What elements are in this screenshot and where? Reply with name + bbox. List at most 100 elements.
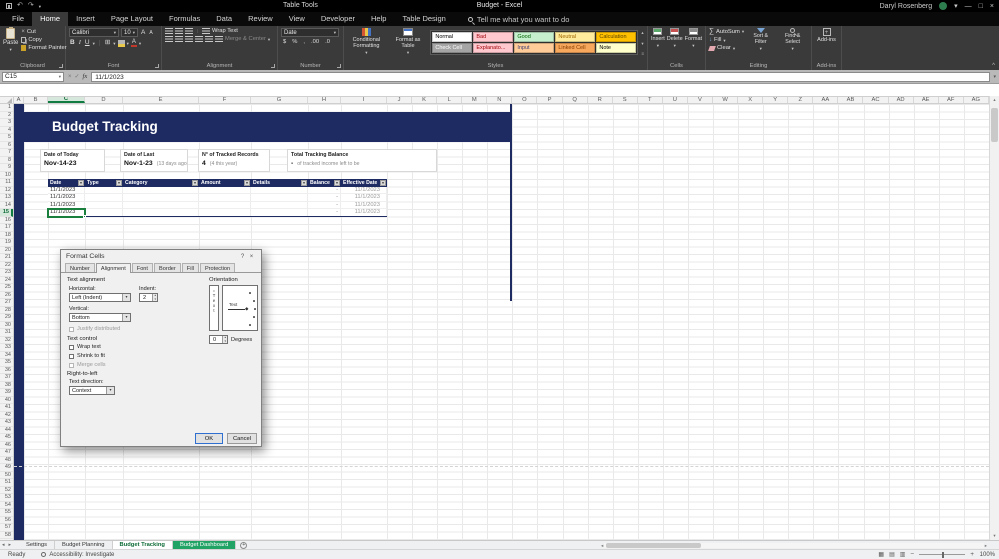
row-header-32[interactable]: 32 (0, 337, 13, 344)
row-header-56[interactable]: 56 (0, 517, 13, 524)
column-header-g[interactable]: G (251, 97, 308, 103)
row-header-55[interactable]: 55 (0, 509, 13, 517)
row-header-10[interactable]: 10 (0, 172, 13, 179)
cancel-button[interactable]: Cancel (227, 433, 257, 444)
horizontal-scroll-track[interactable] (604, 543, 984, 548)
column-header-ae[interactable]: AE (914, 97, 939, 103)
cell-details[interactable] (251, 194, 308, 201)
horizontal-scroll-thumb[interactable] (606, 543, 702, 548)
row-header-4[interactable]: 4 (0, 127, 13, 134)
filter-dropdown-icon[interactable]: ▾ (78, 179, 84, 186)
cell-style-normal[interactable]: Normal (432, 32, 473, 42)
horizontal-scrollbar[interactable]: ◂ ▸ (600, 542, 988, 549)
row-header-33[interactable]: 33 (0, 344, 13, 352)
row-header-47[interactable]: 47 (0, 449, 13, 457)
row-header-23[interactable]: 23 (0, 269, 13, 277)
table-header-balance[interactable]: Balance ▾ (308, 179, 341, 187)
column-header-ag[interactable]: AG (964, 97, 989, 103)
autosum-button[interactable]: ∑ AutoSum ▾ (709, 28, 744, 35)
row-header-3[interactable]: 3 (0, 119, 13, 127)
fill-handle[interactable] (83, 214, 86, 218)
spinner-arrows-icon[interactable]: ▴ ▾ (222, 335, 227, 343)
align-left-icon[interactable] (165, 36, 173, 42)
cell-style-good[interactable]: Good (514, 32, 555, 42)
row-header-40[interactable]: 40 (0, 397, 13, 404)
copy-button[interactable]: Copy (21, 37, 66, 43)
fill-color-icon[interactable] (117, 39, 125, 47)
accessibility-status[interactable]: Accessibility: Investigate (41, 552, 114, 558)
decrease-decimal[interactable]: .0 (323, 39, 332, 45)
save-icon[interactable] (6, 3, 12, 9)
qat-customize-icon[interactable]: ▾ (39, 4, 41, 9)
cell-category[interactable] (123, 194, 199, 201)
spinner-arrows-icon[interactable]: ▴ ▾ (152, 293, 157, 301)
ribbon-tab-file[interactable]: File (4, 12, 32, 26)
scroll-up-icon[interactable]: ▴ (993, 96, 995, 104)
column-header-f[interactable]: F (199, 97, 251, 103)
number-format-select[interactable]: Date ▾ (281, 28, 339, 37)
cell-category[interactable] (123, 201, 199, 208)
row-header-25[interactable]: 25 (0, 284, 13, 292)
table-header-type[interactable]: Type ▾ (85, 179, 123, 187)
sheet-nav-right-icon[interactable]: ▸ (7, 542, 14, 548)
table-header-amount[interactable]: Amount ▾ (199, 179, 251, 187)
decrease-indent-icon[interactable] (195, 36, 203, 42)
clear-button[interactable]: Clear ▾ (708, 45, 744, 51)
bold-button[interactable]: B (69, 39, 76, 47)
underline-dropdown-icon[interactable]: ▾ (93, 41, 95, 46)
format-cells-button[interactable]: Format ▾ (685, 28, 702, 48)
column-header-af[interactable]: AF (939, 97, 964, 103)
column-header-d[interactable]: D (85, 97, 123, 103)
row-header-26[interactable]: 26 (0, 292, 13, 299)
dialog-close-button[interactable]: × (247, 254, 256, 260)
new-sheet-button[interactable]: + (240, 541, 248, 549)
row-header-46[interactable]: 46 (0, 442, 13, 449)
vertical-scroll-track[interactable] (990, 104, 999, 532)
column-header-b[interactable]: B (24, 97, 48, 103)
row-header-20[interactable]: 20 (0, 247, 13, 254)
page-break-view-icon[interactable]: ▥ (900, 551, 906, 558)
fill-button[interactable]: ↓ Fill ▾ (709, 37, 744, 43)
table-header-details[interactable]: Details ▾ (251, 179, 308, 187)
degrees-spinner[interactable]: 0 ▴ ▾ (209, 335, 228, 344)
name-box[interactable]: C15 ▾ (2, 71, 64, 82)
increase-decimal[interactable]: .00 (309, 39, 321, 45)
text-direction-select[interactable]: Context ▾ (69, 386, 115, 395)
dialog-tab-fill[interactable]: Fill (181, 263, 199, 272)
ribbon-tab-table-design[interactable]: Table Design (394, 12, 453, 26)
ok-button[interactable]: OK (195, 433, 223, 444)
row-header-44[interactable]: 44 (0, 427, 13, 434)
column-header-ab[interactable]: AB (838, 97, 864, 103)
row-header-6[interactable]: 6 (0, 142, 13, 149)
column-header-r[interactable]: R (588, 97, 613, 103)
row-header-52[interactable]: 52 (0, 487, 13, 494)
cell-style-bad[interactable]: Bad (473, 32, 514, 42)
zoom-slider-thumb[interactable] (942, 551, 945, 558)
column-header-c[interactable]: C (48, 97, 85, 103)
borders-icon[interactable]: ⊞ (104, 39, 111, 47)
row-header-36[interactable]: 36 (0, 367, 13, 374)
column-header-u[interactable]: U (663, 97, 688, 103)
ribbon-tab-page-layout[interactable]: Page Layout (103, 12, 161, 26)
row-header-17[interactable]: 17 (0, 224, 13, 232)
close-button[interactable]: × (990, 3, 994, 10)
row-header-51[interactable]: 51 (0, 479, 13, 487)
minimize-button[interactable]: — (965, 3, 972, 10)
align-middle-icon[interactable] (175, 28, 183, 34)
column-header-i[interactable]: I (341, 97, 387, 103)
cell-balance[interactable]: - (308, 194, 341, 201)
ribbon-tab-data[interactable]: Data (208, 12, 240, 26)
row-header-1[interactable]: 1 (0, 104, 13, 112)
row-header-13[interactable]: 13 (0, 194, 13, 202)
dialog-tab-font[interactable]: Font (131, 263, 153, 272)
dialog-tab-number[interactable]: Number (65, 263, 95, 272)
cell-style-calculation[interactable]: Calculation (596, 32, 637, 42)
zoom-out-icon[interactable]: − (910, 551, 914, 558)
ribbon-tab-review[interactable]: Review (240, 12, 281, 26)
font-family-select[interactable]: Calibri ▾ (69, 28, 119, 37)
ribbon-display-options-icon[interactable]: ▾ (954, 2, 958, 10)
row-header-22[interactable]: 22 (0, 262, 13, 269)
align-right-icon[interactable] (185, 36, 193, 42)
sheet-tab-budget-planning[interactable]: Budget Planning (55, 541, 113, 549)
clipboard-dialog-launcher-icon[interactable] (59, 64, 63, 68)
